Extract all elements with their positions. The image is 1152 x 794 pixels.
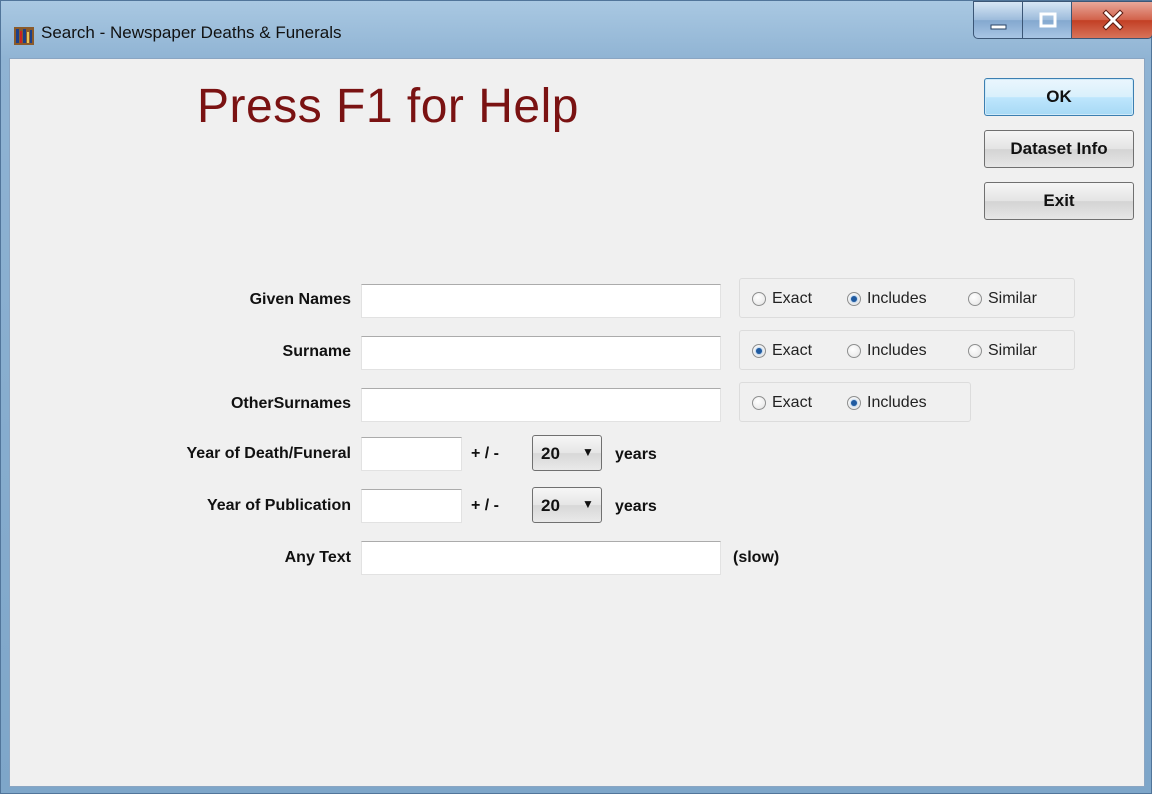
other-surnames-includes-radio[interactable]: Includes (847, 394, 927, 412)
year-death-plus-minus: + / - (471, 445, 500, 462)
ok-button[interactable]: OK (984, 78, 1134, 116)
surname-similar-label: Similar (988, 342, 1037, 359)
given-names-label: Given Names (249, 291, 351, 308)
surname-input[interactable] (361, 336, 721, 370)
radio-button-icon (968, 344, 982, 358)
radio-button-icon (847, 344, 861, 358)
given-names-includes-label: Includes (867, 290, 927, 307)
bookshelf-icon (14, 27, 34, 45)
other-surnames-input[interactable] (361, 388, 721, 422)
surname-match-group: Exact Includes Similar (739, 330, 1075, 370)
year-publication-input[interactable] (361, 489, 462, 523)
maximize-icon (1039, 12, 1057, 28)
year-publication-plus-minus: + / - (471, 497, 500, 514)
radio-button-icon (968, 292, 982, 306)
minimize-icon (990, 24, 1007, 30)
exit-button[interactable]: Exit (984, 182, 1134, 220)
year-death-input[interactable] (361, 437, 462, 471)
close-icon (1102, 9, 1124, 31)
chevron-down-icon: ▼ (582, 445, 594, 459)
title-bar[interactable]: Search - Newspaper Deaths & Funerals (1, 1, 1152, 57)
surname-exact-radio[interactable]: Exact (752, 342, 812, 360)
dialog-client-area: Press F1 for Help OK Dataset Info Exit G… (9, 58, 1145, 787)
radio-button-icon (847, 292, 861, 306)
other-surnames-exact-radio[interactable]: Exact (752, 394, 812, 412)
surname-similar-radio[interactable]: Similar (968, 342, 1037, 360)
any-text-label: Any Text (284, 549, 351, 566)
given-names-similar-radio[interactable]: Similar (968, 290, 1037, 308)
given-names-exact-label: Exact (772, 290, 813, 307)
radio-button-icon (752, 344, 766, 358)
app-window: Search - Newspaper Deaths & Funerals Pre… (0, 0, 1152, 794)
other-surnames-exact-label: Exact (772, 394, 813, 411)
year-death-years-label: years (615, 446, 657, 463)
chevron-down-icon: ▼ (582, 497, 594, 511)
given-names-input[interactable] (361, 284, 721, 318)
given-names-match-group: Exact Includes Similar (739, 278, 1075, 318)
year-publication-years-label: years (615, 498, 657, 515)
year-publication-range-select[interactable]: 20 ▼ (532, 487, 602, 523)
given-names-exact-radio[interactable]: Exact (752, 290, 812, 308)
surname-includes-radio[interactable]: Includes (847, 342, 927, 360)
maximize-button[interactable] (1022, 1, 1072, 39)
surname-label: Surname (282, 343, 351, 360)
other-surnames-label: OtherSurnames (230, 395, 351, 412)
other-surnames-match-group: Exact Includes (739, 382, 971, 422)
radio-button-icon (752, 396, 766, 410)
year-publication-label: Year of Publication (206, 497, 351, 514)
year-publication-range-value: 20 (541, 496, 560, 515)
year-death-range-value: 20 (541, 444, 560, 463)
close-button[interactable] (1071, 1, 1152, 39)
any-text-slow-note: (slow) (733, 549, 780, 566)
surname-includes-label: Includes (867, 342, 927, 359)
other-surnames-includes-label: Includes (867, 394, 927, 411)
minimize-button[interactable] (973, 1, 1023, 39)
dataset-info-button[interactable]: Dataset Info (984, 130, 1134, 168)
radio-button-icon (752, 292, 766, 306)
year-death-range-select[interactable]: 20 ▼ (532, 435, 602, 471)
surname-exact-label: Exact (772, 342, 813, 359)
radio-button-icon (847, 396, 861, 410)
any-text-input[interactable] (361, 541, 721, 575)
window-title: Search - Newspaper Deaths & Funerals (41, 23, 342, 42)
year-death-label: Year of Death/Funeral (186, 445, 352, 462)
help-hint: Press F1 for Help (197, 80, 579, 133)
given-names-includes-radio[interactable]: Includes (847, 290, 927, 308)
given-names-similar-label: Similar (988, 290, 1037, 307)
